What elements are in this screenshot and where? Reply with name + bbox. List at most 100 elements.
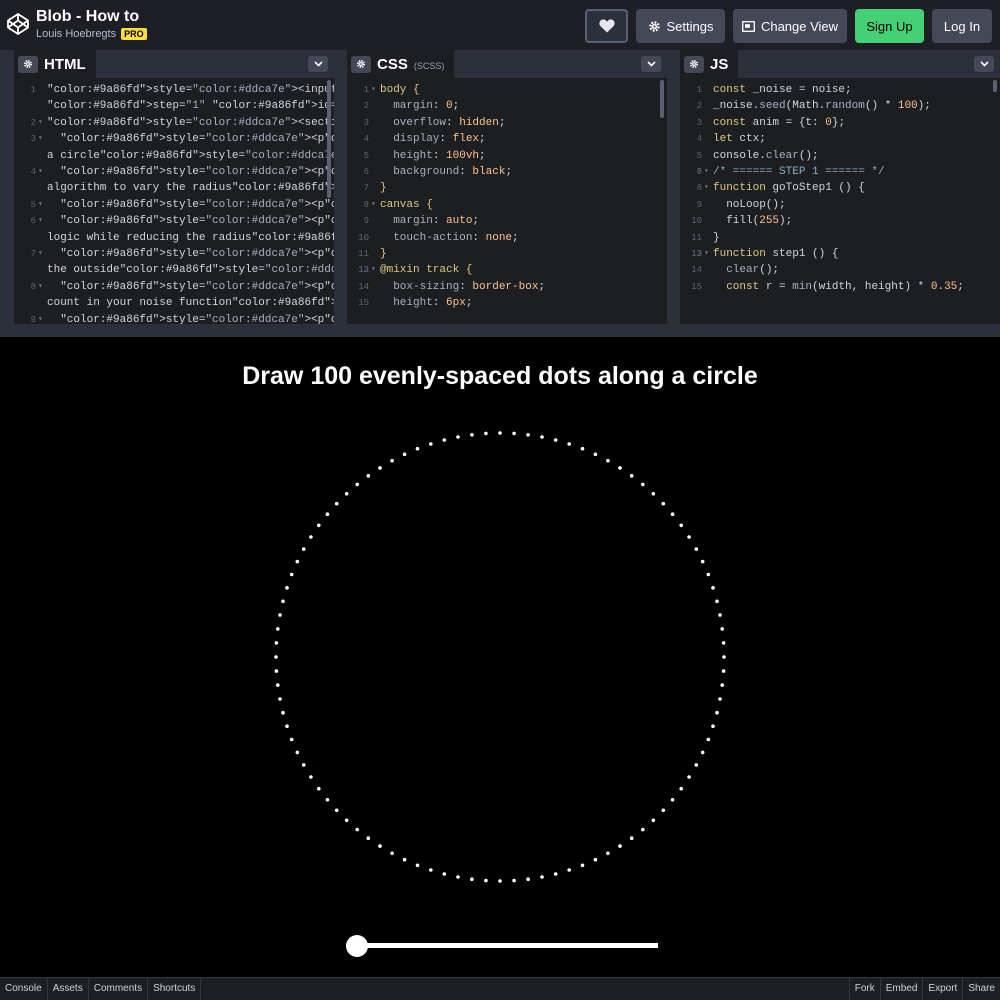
settings-button[interactable]: Settings (636, 9, 725, 43)
code-line[interactable]: 5 console.clear(); (680, 148, 1000, 164)
slider-thumb[interactable] (346, 935, 368, 957)
code-line[interactable]: 4 display: flex; (347, 131, 667, 147)
code-line[interactable]: algorithm to vary the radius"color:#9a86… (14, 180, 334, 196)
fold-arrow-icon[interactable]: ▾ (371, 262, 376, 278)
fold-arrow-icon[interactable]: ▾ (38, 131, 43, 147)
code-line[interactable]: 7 ▾/* ====== STEP 1 ====== */ (680, 164, 1000, 180)
circle-dot (618, 466, 622, 470)
change-view-button[interactable]: Change View (733, 9, 847, 43)
fold-arrow-icon[interactable]: ▾ (38, 164, 43, 180)
fold-arrow-icon[interactable]: ▾ (38, 197, 43, 213)
code-line[interactable]: 6 ▾ "color:#9a86fd">style="color:#ddca7e"… (14, 213, 334, 229)
css-chevron-down-icon[interactable] (641, 56, 661, 72)
step-slider[interactable] (346, 935, 660, 957)
code-line[interactable]: 8 ▾ canvas { (347, 197, 667, 213)
line-number: 4 (696, 134, 702, 145)
code-line[interactable]: 1 ▾ body { (347, 82, 667, 98)
comments-button[interactable]: Comments (89, 978, 149, 1000)
code-line[interactable]: 1 const _noise = noise; (680, 82, 1000, 98)
line-number: 8 (30, 281, 36, 292)
code-line[interactable]: 3 const anim = {t: 0}; (680, 115, 1000, 131)
console-button[interactable]: Console (0, 978, 48, 1000)
editor-resize-handle[interactable] (0, 324, 1000, 337)
code-line[interactable]: 3 ▾ "color:#9a86fd">style="color:#ddca7e"… (14, 131, 334, 147)
codepen-logo-icon[interactable] (6, 12, 30, 36)
circle-dot (402, 452, 407, 457)
log-in-button[interactable]: Log In (932, 9, 992, 43)
fork-button[interactable]: Fork (848, 978, 880, 1000)
css-settings-gear-icon[interactable] (351, 55, 371, 73)
fold-arrow-icon[interactable]: ▾ (704, 246, 709, 262)
fold-arrow-icon[interactable]: ▾ (704, 180, 709, 196)
fold-arrow-icon[interactable]: ▾ (38, 246, 43, 262)
slider-track[interactable] (356, 943, 658, 948)
code-line[interactable]: 2 margin: 0; (347, 98, 667, 114)
html-chevron-down-icon[interactable] (308, 56, 328, 72)
code-line[interactable]: 11} (680, 230, 1000, 246)
html-scrollbar[interactable] (327, 80, 331, 198)
code-line[interactable]: 9 noLoop(); (680, 197, 1000, 213)
fold-arrow-icon[interactable]: ▾ (704, 164, 709, 180)
circle-dot (470, 877, 474, 881)
code-line[interactable]: 11} (347, 246, 667, 262)
code-line[interactable]: the outside"color:#9a86fd">style="color:… (14, 262, 334, 278)
shortcuts-button[interactable]: Shortcuts (148, 978, 202, 1000)
html-code[interactable]: 1 "color:#9a86fd">style="color:#ddca7e"><… (14, 78, 334, 324)
html-settings-gear-icon[interactable] (18, 55, 38, 73)
code-line[interactable]: 3 overflow: hidden; (347, 115, 667, 131)
code-line[interactable]: count in your noise function"color:#9a86… (14, 295, 334, 311)
circle-dot (278, 697, 282, 701)
css-editor[interactable]: CSS (SCSS) 1 ▾ body {2 margin: 0; 3 overflo… (347, 50, 667, 324)
fold-arrow-icon[interactable]: ▾ (371, 82, 376, 98)
circle-dot (593, 857, 598, 862)
author-name[interactable]: Louis Hoebregts (36, 28, 116, 40)
pen-title[interactable]: Blob - How to (36, 8, 139, 26)
assets-button[interactable]: Assets (48, 978, 89, 1000)
code-line[interactable]: 13 ▾ function step1 () { (680, 246, 1000, 262)
code-line[interactable]: 15 height: 6px; (347, 295, 667, 311)
js-settings-gear-icon[interactable] (684, 55, 704, 73)
code-line[interactable]: 2 ▾ "color:#9a86fd">style="color:#ddca7e">… (14, 115, 334, 131)
like-button[interactable] (585, 9, 628, 43)
js-scrollbar[interactable] (993, 80, 997, 92)
embed-button[interactable]: Embed (879, 978, 923, 1000)
js-code[interactable]: 1 const _noise = noise; 2 _noise.seed(Math.… (680, 78, 1000, 295)
fold-arrow-icon[interactable]: ▾ (38, 213, 43, 229)
fold-arrow-icon[interactable]: ▾ (371, 197, 376, 213)
code-line[interactable]: 7 ▾ "color:#9a86fd">style="color:#ddca7e"… (14, 246, 334, 262)
code-line[interactable]: 13 ▾ @mixin track { (347, 262, 667, 278)
circle-dot (553, 872, 558, 876)
code-line[interactable]: 5 ▾ "color:#9a86fd">style="color:#ddca7e"… (14, 197, 334, 213)
css-code[interactable]: 1 ▾ body {2 margin: 0; 3 overflow: hidden; 4… (347, 78, 667, 312)
code-line[interactable]: a circle"color:#9a86fd">style="color:#dd… (14, 148, 334, 164)
code-line[interactable]: 10 touch-action: none; (347, 230, 667, 246)
sign-up-button[interactable]: Sign Up (855, 9, 924, 43)
code-line[interactable]: "color:#9a86fd">step="1" "color:#9a86fd"… (14, 98, 334, 114)
code-line[interactable]: 2 _noise.seed(Math.random() * 100); (680, 98, 1000, 114)
html-editor[interactable]: HTML 1 "color:#9a86fd">style="color:#ddca… (14, 50, 334, 324)
code-line[interactable]: 10 fill(255); (680, 213, 1000, 229)
code-line[interactable]: 4 ▾ "color:#9a86fd">style="color:#ddca7e"… (14, 164, 334, 180)
fold-arrow-icon[interactable]: ▾ (38, 312, 43, 324)
code-line[interactable]: 8 ▾ function goToStep1 () { (680, 180, 1000, 196)
code-line[interactable]: 14 clear(); (680, 262, 1000, 278)
code-line[interactable]: 5 height: 100vh; (347, 148, 667, 164)
code-line[interactable]: 7} (347, 180, 667, 196)
code-line[interactable]: 4 let ctx; (680, 131, 1000, 147)
js-chevron-down-icon[interactable] (974, 56, 994, 72)
fold-arrow-icon[interactable]: ▾ (38, 279, 43, 295)
code-line[interactable]: 8 ▾ "color:#9a86fd">style="color:#ddca7e"… (14, 279, 334, 295)
code-line[interactable]: 6 background: black; (347, 164, 667, 180)
share-button[interactable]: Share (962, 978, 1000, 1000)
code-line[interactable]: 9 margin: auto; (347, 213, 667, 229)
js-editor[interactable]: JS 1 const _noise = noise; 2 _noise.seed(Ma… (680, 50, 1000, 324)
code-line[interactable]: 15 const r = min(width, height) * 0.35; (680, 279, 1000, 295)
circle-dot (429, 442, 433, 446)
export-button[interactable]: Export (922, 978, 962, 1000)
code-line[interactable]: 1 "color:#9a86fd">style="color:#ddca7e"><… (14, 82, 334, 98)
css-scrollbar[interactable] (660, 80, 664, 118)
fold-arrow-icon[interactable]: ▾ (38, 115, 43, 131)
code-line[interactable]: 9 ▾ "color:#9a86fd">style="color:#ddca7e"… (14, 312, 334, 324)
code-line[interactable]: logic while reducing the radius"color:#9… (14, 230, 334, 246)
code-line[interactable]: 14 box-sizing: border-box; (347, 279, 667, 295)
